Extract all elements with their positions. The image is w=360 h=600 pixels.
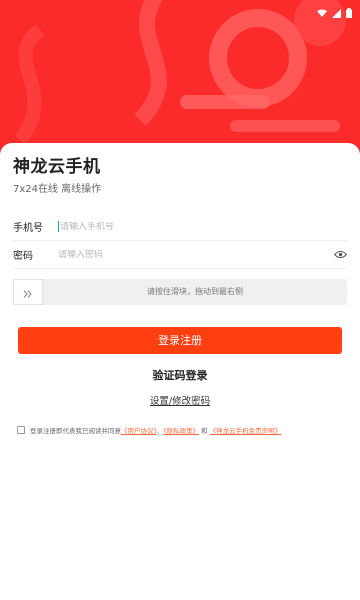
slider-hint: 请按住滑块，拖动到最右侧 xyxy=(147,287,243,296)
user-agreement-link[interactable]: 《用户协议》 xyxy=(121,427,157,435)
phone-input[interactable] xyxy=(60,221,347,232)
password-field: 密码 xyxy=(13,241,347,269)
hero-decoration xyxy=(14,0,346,145)
text-cursor xyxy=(58,221,59,232)
eye-icon[interactable] xyxy=(333,248,347,262)
agreement-text: 登录注册即代表我已阅读并同意《用户协议》、《隐私政策》 和 《神龙云手机免责声明… xyxy=(30,425,281,435)
status-bar xyxy=(0,0,360,18)
password-input[interactable] xyxy=(58,249,333,260)
set-password-link[interactable]: 设置/修改密码 xyxy=(150,396,210,407)
signal-icon xyxy=(332,3,341,22)
slider-captcha: 请按住滑块，拖动到最右侧 xyxy=(13,279,347,305)
wifi-icon xyxy=(317,3,327,22)
app-subtitle: 7x24在线 离线操作 xyxy=(13,184,102,195)
agreement-row: 登录注册即代表我已阅读并同意《用户协议》、《隐私政策》 和 《神龙云手机免责声明… xyxy=(17,425,357,435)
app-title: 神龙云手机 xyxy=(13,157,101,177)
agree-checkbox[interactable] xyxy=(17,426,25,434)
double-chevron-right-icon xyxy=(23,283,33,302)
privacy-policy-link[interactable]: 《隐私政策》 xyxy=(163,427,199,435)
phone-label: 手机号 xyxy=(13,223,43,234)
login-card: 神龙云手机 7x24在线 离线操作 手机号 密码 请按住滑块，拖动到最右侧 登录… xyxy=(0,143,360,600)
agreement-and: 和 xyxy=(201,427,208,435)
agreement-prefix: 登录注册即代表我已阅读并同意 xyxy=(30,427,121,435)
battery-icon xyxy=(346,3,352,22)
disclaimer-link[interactable]: 《神龙云手机免责声明》 xyxy=(210,427,282,435)
code-login-link[interactable]: 验证码登录 xyxy=(0,367,360,383)
phone-field: 手机号 xyxy=(13,213,347,241)
slider-handle[interactable] xyxy=(13,279,43,305)
hero-banner xyxy=(0,0,360,160)
login-register-button[interactable]: 登录注册 xyxy=(18,327,342,354)
password-label: 密码 xyxy=(13,251,33,262)
